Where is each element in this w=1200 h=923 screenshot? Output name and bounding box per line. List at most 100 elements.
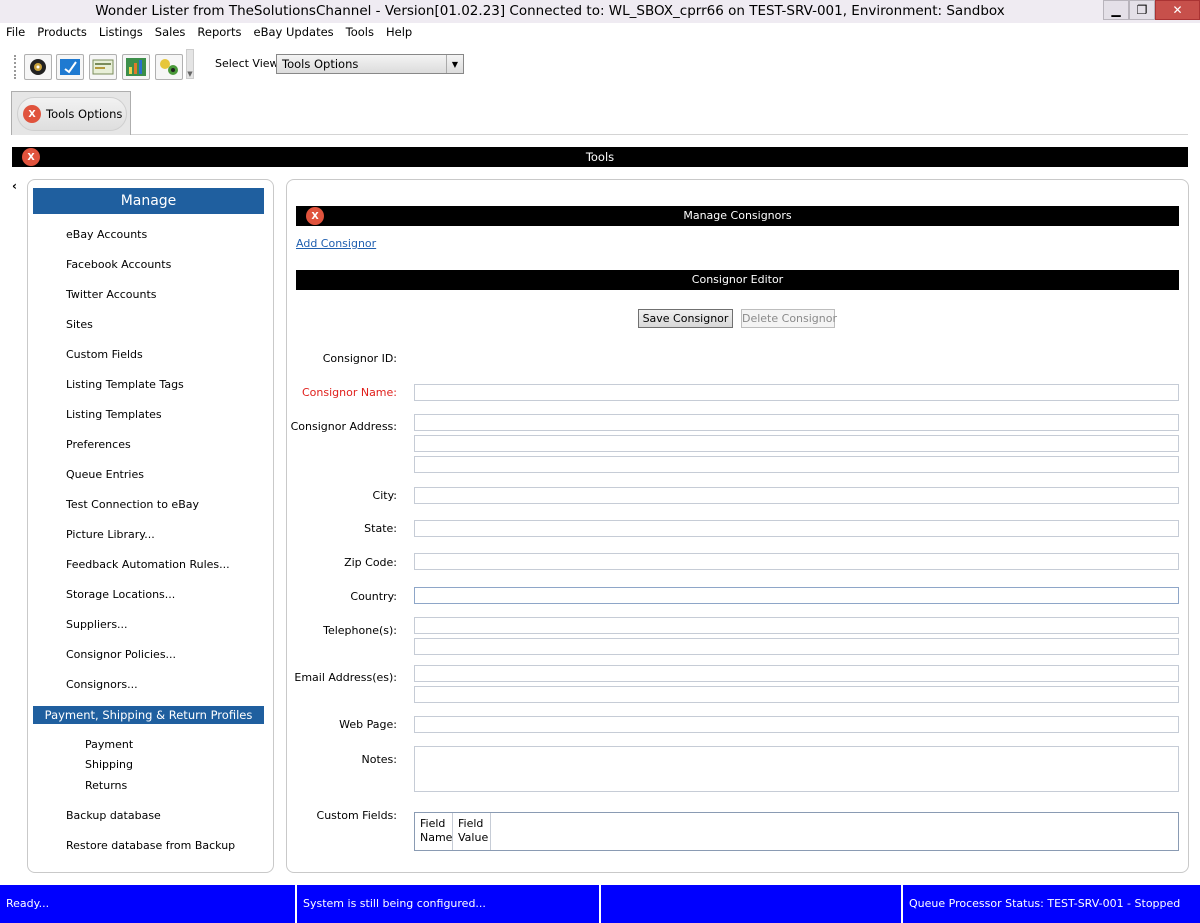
menu-products[interactable]: Products	[31, 24, 93, 40]
status-configuration: System is still being configured...	[297, 885, 599, 923]
tools-icon	[160, 59, 178, 75]
sidebar-item-twitter-accounts[interactable]: Twitter Accounts	[66, 287, 157, 303]
email-1-input[interactable]	[414, 665, 1179, 682]
grid-header-field-value[interactable]: Field Value	[453, 813, 491, 850]
sales-icon	[92, 59, 114, 75]
web-page-label: Web Page:	[339, 718, 397, 731]
consignor-id-label: Consignor ID:	[322, 352, 397, 365]
sidebar-item-listing-templates[interactable]: Listing Templates	[66, 407, 162, 423]
add-consignor-link[interactable]: Add Consignor	[296, 237, 376, 251]
products-toolbar-button[interactable]	[24, 54, 52, 80]
sidebar-item-consignors[interactable]: Consignors...	[66, 677, 138, 693]
web-page-input[interactable]	[414, 716, 1179, 733]
sidebar-panel	[27, 179, 274, 873]
email-2-input[interactable]	[414, 686, 1179, 703]
menu-tools[interactable]: Tools	[340, 24, 380, 40]
sidebar-item-storage-locations[interactable]: Storage Locations...	[66, 587, 175, 603]
menu-reports[interactable]: Reports	[191, 24, 247, 40]
zip-code-input[interactable]	[414, 553, 1179, 570]
notes-label: Notes:	[361, 753, 397, 766]
sidebar-item-listing-template-tags[interactable]: Listing Template Tags	[66, 377, 184, 393]
close-icon: ✕	[1172, 3, 1183, 17]
email-label: Email Address(es):	[294, 671, 397, 684]
tools-header-title: Tools	[585, 150, 615, 164]
state-label: State:	[364, 522, 397, 535]
country-label: Country:	[350, 590, 397, 603]
manage-consignors-close-icon[interactable]: X	[306, 207, 324, 225]
telephone-1-input[interactable]	[414, 617, 1179, 634]
listings-toolbar-button[interactable]	[56, 54, 84, 80]
telephone-2-input[interactable]	[414, 638, 1179, 655]
consignor-name-label: Consignor Name:	[301, 386, 397, 399]
consignor-editor-title: Consignor Editor	[691, 273, 784, 286]
tab-strip-divider	[12, 134, 1188, 135]
sidebar-item-sites[interactable]: Sites	[66, 317, 93, 333]
menu-help[interactable]: Help	[380, 24, 418, 40]
menu-listings[interactable]: Listings	[93, 24, 149, 40]
city-label: City:	[372, 489, 397, 502]
sidebar-item-ebay-accounts[interactable]: eBay Accounts	[66, 227, 147, 243]
minimize-icon: ▁	[1111, 3, 1121, 17]
sales-toolbar-button[interactable]	[89, 54, 117, 80]
sidebar-item-consignor-policies[interactable]: Consignor Policies...	[66, 647, 176, 663]
menu-ebay-updates[interactable]: eBay Updates	[248, 24, 340, 40]
reports-toolbar-button[interactable]	[122, 54, 150, 80]
telephone-label: Telephone(s):	[323, 624, 397, 637]
dropdown-arrow-icon[interactable]: ▼	[446, 55, 463, 73]
sidebar-item-suppliers[interactable]: Suppliers...	[66, 617, 128, 633]
profiles-header[interactable]: Payment, Shipping & Return Profiles	[33, 706, 264, 724]
tab-close-icon[interactable]: X	[23, 105, 41, 123]
tools-toolbar-button[interactable]	[155, 54, 183, 80]
sidebar-item-picture-library[interactable]: Picture Library...	[66, 527, 155, 543]
tools-close-icon[interactable]: X	[22, 148, 40, 166]
status-empty-segment	[601, 885, 901, 923]
select-view-dropdown[interactable]: Tools Options	[276, 54, 464, 74]
sidebar-item-custom-fields[interactable]: Custom Fields	[66, 347, 143, 363]
toolbar-grip[interactable]	[14, 55, 16, 79]
sidebar-item-returns[interactable]: Returns	[85, 779, 127, 793]
sidebar-item-shipping[interactable]: Shipping	[85, 758, 133, 772]
maximize-button[interactable]: ❐	[1129, 0, 1155, 20]
sidebar-item-preferences[interactable]: Preferences	[66, 437, 131, 453]
status-ready: Ready...	[0, 885, 295, 923]
state-input[interactable]	[414, 520, 1179, 537]
sidebar-item-restore-database[interactable]: Restore database from Backup	[66, 838, 235, 854]
consignor-address-label: Consignor Address:	[290, 420, 397, 433]
sidebar-item-facebook-accounts[interactable]: Facebook Accounts	[66, 257, 171, 273]
select-view-label: Select View:	[215, 57, 282, 70]
sidebar-item-feedback-automation[interactable]: Feedback Automation Rules...	[66, 557, 230, 573]
city-input[interactable]	[414, 487, 1179, 504]
status-queue-processor: Queue Processor Status: TEST-SRV-001 - S…	[903, 885, 1200, 923]
products-icon	[30, 59, 46, 75]
minimize-button[interactable]: ▁	[1103, 0, 1129, 20]
address-line-1-input[interactable]	[414, 414, 1179, 431]
save-consignor-button[interactable]: Save Consignor	[638, 309, 733, 328]
manage-consignors-title: Manage Consignors	[683, 209, 792, 222]
restore-icon: ❐	[1136, 3, 1148, 17]
delete-consignor-button[interactable]: Delete Consignor	[741, 309, 837, 328]
manage-header: Manage	[33, 188, 264, 214]
notes-input[interactable]	[414, 746, 1179, 792]
consignor-name-input[interactable]	[414, 384, 1179, 401]
sidebar-item-backup-database[interactable]: Backup database	[66, 808, 161, 824]
grid-header-field-name[interactable]: Field Name	[415, 813, 453, 850]
menu-bar: File Products Listings Sales Reports eBa…	[0, 23, 1200, 40]
custom-fields-label: Custom Fields:	[316, 809, 397, 822]
toolbar-overflow-button[interactable]: ▼	[186, 49, 194, 79]
close-window-button[interactable]: ✕	[1155, 0, 1200, 20]
sidebar-item-queue-entries[interactable]: Queue Entries	[66, 467, 144, 483]
listings-icon	[60, 59, 80, 75]
address-line-3-input[interactable]	[414, 456, 1179, 473]
menu-sales[interactable]: Sales	[149, 24, 192, 40]
sidebar-item-test-connection[interactable]: Test Connection to eBay	[66, 497, 199, 513]
reports-icon	[126, 58, 146, 76]
tab-label[interactable]: Tools Options	[46, 107, 122, 121]
address-line-2-input[interactable]	[414, 435, 1179, 452]
collapse-sidebar-icon[interactable]: ‹	[12, 179, 17, 193]
custom-fields-grid[interactable]	[414, 812, 1179, 851]
window-title: Wonder Lister from TheSolutionsChannel -…	[95, 3, 1005, 19]
menu-file[interactable]: File	[0, 24, 31, 40]
sidebar-item-payment[interactable]: Payment	[85, 738, 133, 752]
country-input[interactable]	[414, 587, 1179, 604]
zip-code-label: Zip Code:	[344, 556, 397, 569]
